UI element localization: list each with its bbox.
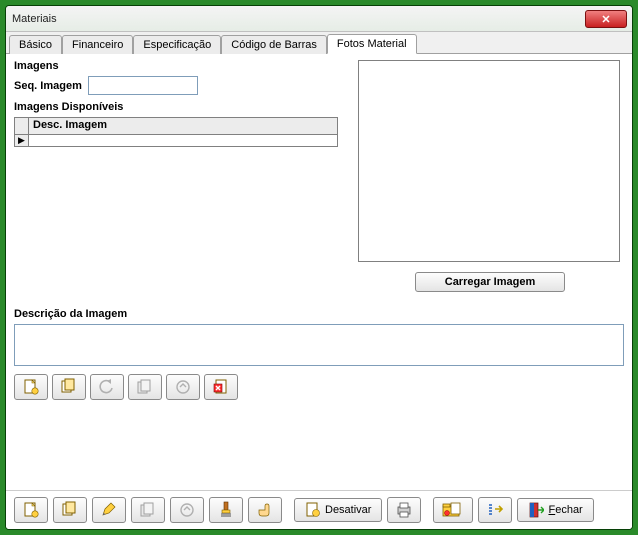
- close-icon: ✕: [601, 13, 610, 26]
- window: Materiais ✕ Básico Financeiro Especifica…: [5, 5, 633, 530]
- deactivate-doc-icon: [305, 502, 321, 518]
- bottom-folder-button[interactable]: [433, 497, 473, 523]
- bottom-toolbar: Desativar Fec: [6, 490, 632, 529]
- refresh-button[interactable]: [166, 374, 200, 400]
- refresh-icon: [178, 501, 196, 519]
- tab-fotos-material[interactable]: Fotos Material: [327, 34, 417, 54]
- copy-record-button[interactable]: [52, 374, 86, 400]
- imagens-disponiveis-label: Imagens Disponíveis: [14, 101, 344, 113]
- bottom-edit-button[interactable]: [92, 497, 126, 523]
- window-title: Materiais: [12, 13, 57, 25]
- imagens-grid[interactable]: Desc. Imagem ▶: [14, 117, 338, 147]
- group-imagens-title: Imagens: [14, 60, 344, 72]
- close-button[interactable]: ✕: [585, 10, 627, 28]
- fechar-button[interactable]: Fechar: [517, 498, 593, 522]
- new-doc-icon: [22, 501, 40, 519]
- save-docs-icon: [136, 378, 154, 396]
- copy-doc-icon: [60, 378, 78, 396]
- tab-codigo-barras[interactable]: Código de Barras: [221, 35, 327, 54]
- bottom-hand-button[interactable]: [248, 497, 282, 523]
- bottom-new-button[interactable]: [14, 497, 48, 523]
- bottom-list-button[interactable]: [478, 497, 512, 523]
- tab-basico[interactable]: Básico: [9, 35, 62, 54]
- undo-button[interactable]: [90, 374, 124, 400]
- bottom-copy-button[interactable]: [53, 497, 87, 523]
- new-record-button[interactable]: [14, 374, 48, 400]
- image-preview: [358, 60, 620, 262]
- bottom-print-button[interactable]: [387, 497, 421, 523]
- pencil-icon: [100, 501, 118, 519]
- client-area: Básico Financeiro Especificação Código d…: [6, 32, 632, 529]
- list-arrow-icon: [486, 501, 504, 519]
- table-row[interactable]: ▶: [15, 135, 337, 146]
- tabstrip: Básico Financeiro Especificação Código d…: [6, 32, 632, 54]
- delete-button[interactable]: [204, 374, 238, 400]
- hand-point-icon: [256, 501, 274, 519]
- tabpanel-fotos: Imagens Seq. Imagem Imagens Disponíveis …: [6, 54, 632, 490]
- descricao-textarea[interactable]: [14, 324, 624, 366]
- save-docs-icon: [139, 501, 157, 519]
- grid-cell[interactable]: [29, 135, 337, 146]
- copy-doc-icon: [61, 501, 79, 519]
- record-toolbar: [14, 374, 238, 400]
- bottom-save-button[interactable]: [131, 497, 165, 523]
- fechar-label: Fechar: [548, 504, 582, 516]
- grid-header-desc[interactable]: Desc. Imagem: [29, 118, 337, 135]
- desativar-button[interactable]: Desativar: [294, 498, 382, 522]
- seq-imagem-input[interactable]: [88, 76, 198, 95]
- save-button[interactable]: [128, 374, 162, 400]
- tab-financeiro[interactable]: Financeiro: [62, 35, 133, 54]
- brush-icon: [217, 501, 235, 519]
- bottom-brush-button[interactable]: [209, 497, 243, 523]
- new-doc-icon: [22, 378, 40, 396]
- printer-icon: [395, 501, 413, 519]
- bottom-refresh-button[interactable]: [170, 497, 204, 523]
- descricao-label: Descrição da Imagem: [14, 308, 624, 320]
- door-exit-icon: [528, 502, 544, 518]
- folder-doc-icon: [442, 501, 464, 519]
- seq-imagem-label: Seq. Imagem: [14, 80, 82, 92]
- undo-icon: [98, 378, 116, 396]
- carregar-imagem-button[interactable]: Carregar Imagem: [415, 272, 565, 292]
- titlebar[interactable]: Materiais ✕: [6, 6, 632, 32]
- tab-especificacao[interactable]: Especificação: [133, 35, 221, 54]
- grid-corner: [15, 118, 29, 135]
- row-indicator-icon: ▶: [15, 135, 29, 146]
- delete-doc-icon: [212, 378, 230, 396]
- refresh-icon: [174, 378, 192, 396]
- desativar-label: Desativar: [325, 504, 371, 516]
